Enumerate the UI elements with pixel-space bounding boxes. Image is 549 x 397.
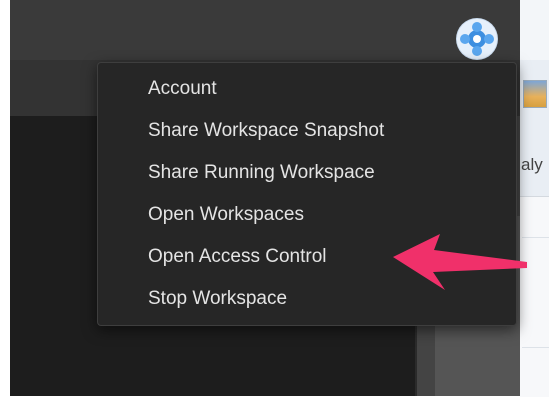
panel-divider: [522, 347, 549, 348]
user-avatar-button[interactable]: [457, 19, 497, 59]
menu-item-open-access-control[interactable]: Open Access Control: [148, 242, 326, 272]
workspace-dropdown-menu: Account Share Workspace Snapshot Share R…: [97, 62, 517, 326]
user-avatar-icon: [458, 20, 496, 58]
top-bar: [10, 0, 520, 61]
background-partial-label: aly: [521, 155, 543, 174]
menu-item-share-running-workspace[interactable]: Share Running Workspace: [148, 158, 375, 188]
background-thumbnail-icon: [523, 80, 547, 108]
background-panel: [520, 196, 549, 397]
panel-divider: [522, 237, 549, 238]
menu-item-stop-workspace[interactable]: Stop Workspace: [148, 284, 287, 314]
background-window: aly: [520, 0, 549, 397]
menu-item-open-workspaces[interactable]: Open Workspaces: [148, 200, 304, 230]
background-window-titlebar: [520, 0, 549, 60]
menu-item-share-workspace-snapshot[interactable]: Share Workspace Snapshot: [148, 116, 384, 146]
menu-item-account[interactable]: Account: [148, 74, 217, 104]
